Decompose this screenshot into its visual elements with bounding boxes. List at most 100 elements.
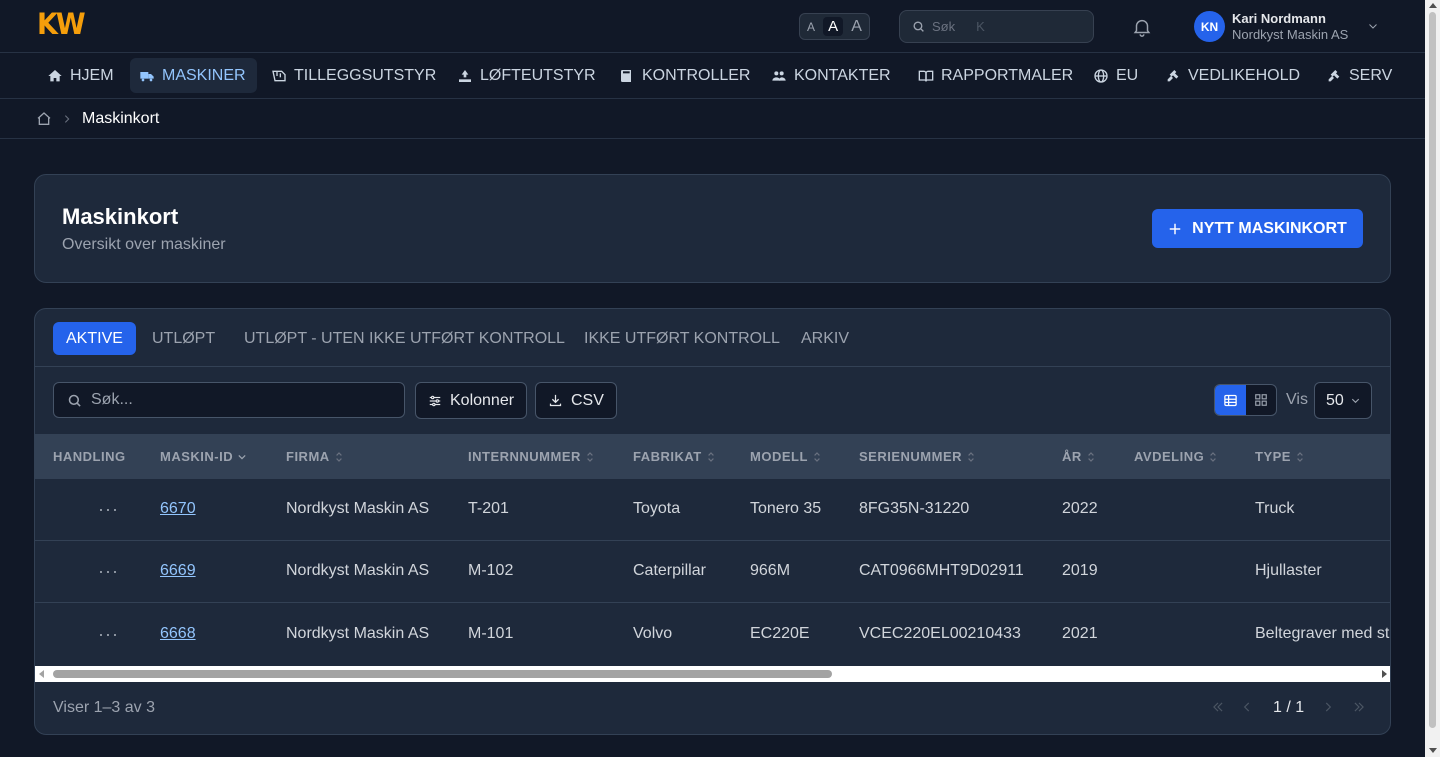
row-actions-button[interactable]: ··· <box>98 624 119 645</box>
bell-icon[interactable] <box>1131 16 1153 38</box>
table-view-button[interactable] <box>1215 385 1246 415</box>
horizontal-scrollbar[interactable] <box>35 666 1390 682</box>
page-title: Maskinkort <box>62 204 179 229</box>
column-header-maskin-id[interactable]: MASKIN-ID <box>160 449 246 464</box>
csv-export-button[interactable]: CSV <box>535 382 617 419</box>
grid-view-button[interactable] <box>1246 385 1277 415</box>
font-size-switcher: A A A <box>799 13 870 40</box>
chevron-down-icon[interactable] <box>1367 20 1379 32</box>
column-header-fabrikat[interactable]: FABRIKAT <box>633 449 715 464</box>
chevron-down-icon <box>1351 398 1359 404</box>
nav-item-eu[interactable]: EU <box>1084 58 1147 93</box>
result-count: Viser 1–3 av 3 <box>53 699 155 716</box>
sort-icon <box>587 451 593 462</box>
next-page-button[interactable] <box>1321 695 1335 719</box>
nav-item-kontakter[interactable]: KONTAKTER <box>762 58 900 93</box>
machines-table-card: AKTIVE UTLØPT UTLØPT - UTEN IKKE UTFØRT … <box>34 308 1391 735</box>
cell-type: Hjullaster <box>1255 562 1322 579</box>
home-icon[interactable] <box>36 111 52 127</box>
search-shortcut: K <box>976 19 985 34</box>
nav-item-kontroller[interactable]: KONTROLLER <box>610 58 759 93</box>
chevron-left-icon <box>1243 702 1250 712</box>
machine-id-link[interactable]: 6669 <box>160 562 196 580</box>
tab-aktive[interactable]: AKTIVE <box>53 322 136 355</box>
first-page-button[interactable] <box>1211 695 1225 719</box>
sort-icon <box>1297 451 1303 462</box>
table-row: ··· 6669 Nordkyst Maskin AS M-102 Caterp… <box>35 541 1390 603</box>
nav-item-serv[interactable]: SERV <box>1317 58 1401 93</box>
scroll-left-arrow[interactable] <box>39 670 44 678</box>
nav-item-label: LØFTEUTSTYR <box>480 66 596 84</box>
horizontal-scroll-thumb[interactable] <box>53 670 832 678</box>
font-size-small-button[interactable]: A <box>807 20 815 34</box>
nav-item-vedlikehold[interactable]: VEDLIKEHOLD <box>1156 58 1309 93</box>
nav-item-tilleggsutstyr[interactable]: TILLEGGSUTSTYR <box>262 58 445 93</box>
tab-ikke-utfort-kontroll[interactable]: IKKE UTFØRT KONTROLL <box>571 322 793 355</box>
nav-item-lofteutstyr[interactable]: LØFTEUTSTYR <box>448 58 605 93</box>
table-search-input[interactable]: Søk... <box>53 382 405 418</box>
scroll-up-arrow[interactable] <box>1429 3 1437 8</box>
book-icon <box>621 69 631 82</box>
cell-internnummer: M-101 <box>468 625 514 642</box>
cell-internnummer: M-102 <box>468 562 514 579</box>
font-size-medium-button[interactable]: A <box>823 17 844 36</box>
sort-icon <box>1087 451 1094 462</box>
chevron-right-icon <box>64 114 70 123</box>
nav-item-label: HJEM <box>70 66 114 84</box>
row-actions-button[interactable]: ··· <box>98 561 119 582</box>
avatar[interactable]: KN <box>1194 11 1225 42</box>
column-header-serienummer[interactable]: SERIENUMMER <box>859 449 975 464</box>
table-search-placeholder: Søk... <box>91 391 133 408</box>
status-tabs: AKTIVE UTLØPT UTLØPT - UTEN IKKE UTFØRT … <box>35 309 1390 367</box>
last-page-button[interactable] <box>1352 695 1366 719</box>
search-icon <box>913 21 924 32</box>
new-machine-card-button[interactable]: NYTT MASKINKORT <box>1152 209 1363 248</box>
cell-internnummer: T-201 <box>468 500 509 517</box>
vertical-scroll-thumb[interactable] <box>1429 12 1436 728</box>
row-actions-button[interactable]: ··· <box>98 499 119 520</box>
user-name[interactable]: Kari Nordmann <box>1232 11 1326 26</box>
machine-id-link[interactable]: 6668 <box>160 625 196 643</box>
home-icon <box>48 69 62 81</box>
column-header-handling: HANDLING <box>53 449 126 464</box>
nav-item-label: RAPPORTMALER <box>941 66 1074 84</box>
users-icon <box>772 70 786 81</box>
nav-item-label: TILLEGGSUTSTYR <box>294 66 437 84</box>
scroll-down-arrow[interactable] <box>1429 748 1437 753</box>
nav-item-hjem[interactable]: HJEM <box>38 58 123 93</box>
new-machine-card-label: NYTT MASKINKORT <box>1192 219 1347 237</box>
cell-serienummer: VCEC220EL00210433 <box>859 625 1021 642</box>
page-size-select[interactable]: 50 <box>1314 382 1372 419</box>
sort-icon <box>968 451 974 462</box>
chevrons-left-icon <box>1213 702 1223 712</box>
cell-ar: 2022 <box>1062 500 1098 517</box>
search-icon <box>68 394 81 407</box>
chevrons-right-icon <box>1354 702 1364 712</box>
nav-item-label: VEDLIKEHOLD <box>1188 66 1301 84</box>
tab-utlopt-uten-ikke-utfort[interactable]: UTLØPT - UTEN IKKE UTFØRT KONTROLL <box>231 322 578 355</box>
cell-type: Beltegraver med st <box>1255 625 1390 642</box>
cell-fabrikat: Caterpillar <box>633 562 706 579</box>
columns-button[interactable]: Kolonner <box>415 382 528 419</box>
font-size-large-button[interactable]: A <box>851 18 862 36</box>
scroll-right-arrow[interactable] <box>1382 670 1387 678</box>
column-header-internnummer[interactable]: INTERNNUMMER <box>468 449 594 464</box>
vertical-scrollbar[interactable] <box>1425 0 1440 757</box>
nav-item-maskiner[interactable]: MASKINER <box>130 58 257 93</box>
machine-id-link[interactable]: 6670 <box>160 500 196 518</box>
tab-utlopt[interactable]: UTLØPT <box>139 322 228 355</box>
column-header-firma[interactable]: FIRMA <box>286 449 343 464</box>
tab-arkiv[interactable]: ARKIV <box>788 322 862 355</box>
column-header-type[interactable]: TYPE <box>1255 449 1304 464</box>
app-logo[interactable]: KW <box>37 7 86 41</box>
nav-item-rapportmaler[interactable]: RAPPORTMALER <box>909 58 1082 93</box>
cell-serienummer: 8FG35N-31220 <box>859 500 970 517</box>
global-search[interactable]: Søk K <box>899 10 1094 43</box>
cell-fabrikat: Volvo <box>633 625 673 642</box>
main-nav: HJEM MASKINER TILLEGGSUTSTYR LØFTEUTSTYR… <box>0 54 1425 99</box>
column-header-modell[interactable]: MODELL <box>750 449 821 464</box>
column-header-ar[interactable]: ÅR <box>1062 449 1095 464</box>
column-header-avdeling[interactable]: AVDELING <box>1134 449 1217 464</box>
grid-icon <box>1254 394 1267 406</box>
previous-page-button[interactable] <box>1240 695 1254 719</box>
